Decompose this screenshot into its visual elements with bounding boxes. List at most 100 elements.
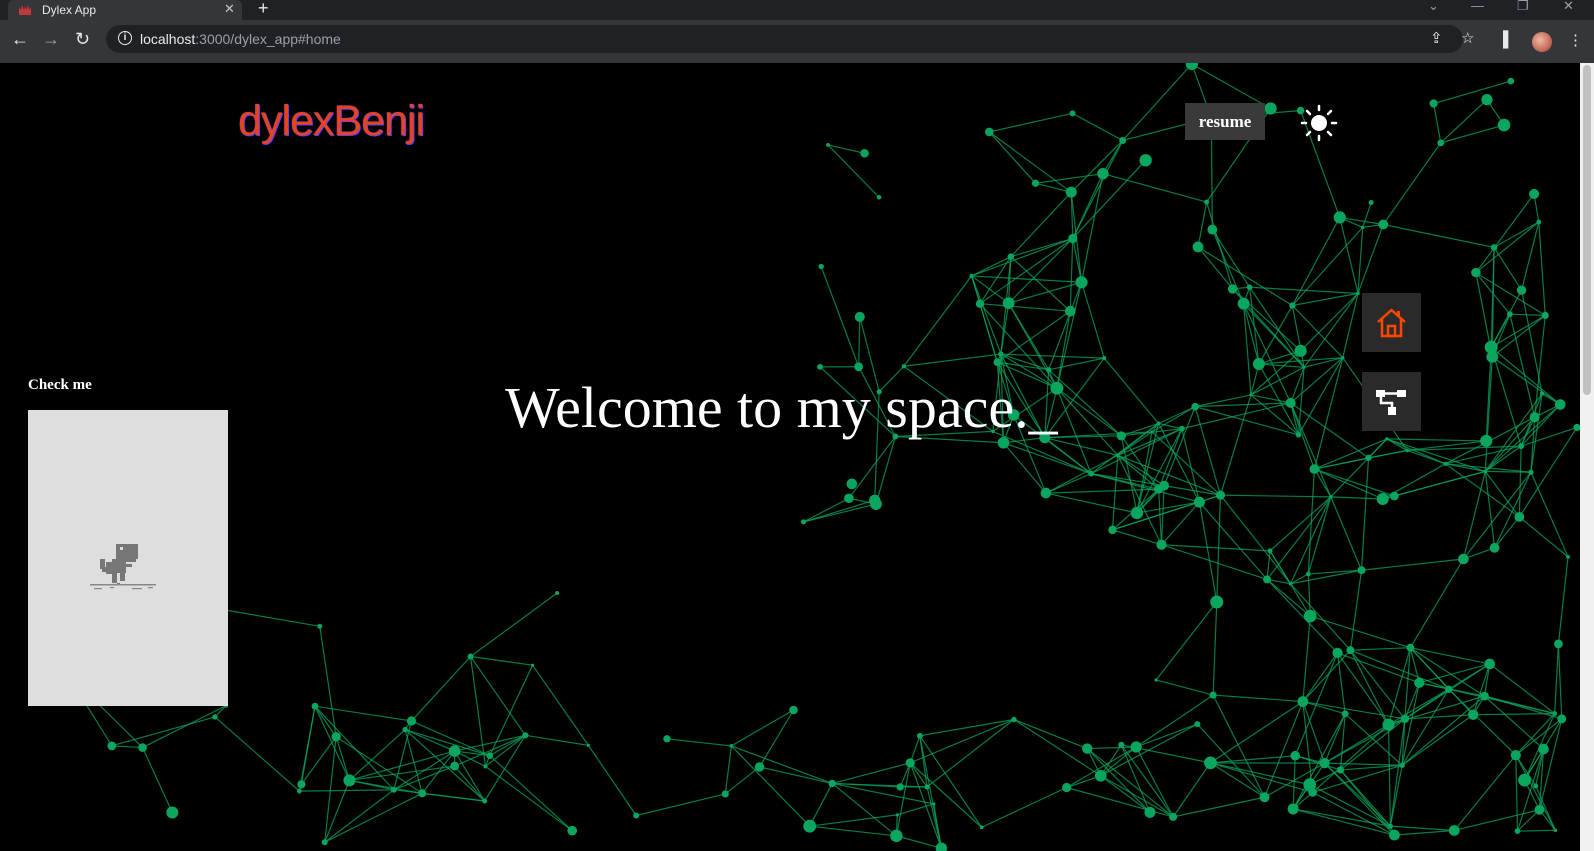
- forward-icon[interactable]: →: [42, 29, 60, 50]
- network-link: [489, 755, 573, 832]
- network-link: [1155, 601, 1218, 681]
- network-node: [1068, 233, 1078, 244]
- network-node: [1252, 357, 1265, 370]
- network-link: [1518, 446, 1522, 517]
- network-link: [1350, 647, 1411, 651]
- minimize-icon[interactable]: —: [1471, 0, 1484, 13]
- nav-projects-button[interactable]: [1362, 372, 1421, 431]
- network-node: [860, 148, 869, 158]
- network-node: [1484, 340, 1498, 354]
- network-node: [1490, 244, 1498, 251]
- side-panel-icon[interactable]: ▌: [1503, 31, 1514, 48]
- site-info-icon[interactable]: i: [118, 31, 132, 45]
- sun-icon[interactable]: [1299, 103, 1339, 143]
- network-node: [1518, 443, 1525, 450]
- network-node: [1097, 167, 1109, 180]
- network-node: [1467, 709, 1479, 720]
- network-link: [1314, 468, 1383, 500]
- network-node: [1529, 188, 1540, 199]
- network-link: [324, 792, 423, 843]
- network-node: [1573, 423, 1580, 432]
- address-bar[interactable]: i localhost:3000/dylex_app#home ⇪ ☆: [106, 25, 1474, 53]
- network-link: [909, 718, 1015, 764]
- network-node: [1480, 434, 1493, 448]
- back-icon[interactable]: ←: [11, 29, 29, 50]
- network-node: [1075, 276, 1088, 289]
- network-node: [483, 764, 488, 769]
- network-node: [1360, 225, 1365, 230]
- site-logo[interactable]: dylexBenji: [238, 97, 425, 146]
- network-node: [1303, 609, 1317, 623]
- app-favicon-icon: [19, 5, 31, 15]
- network-node: [998, 351, 1004, 357]
- network-link: [1387, 724, 1392, 827]
- network-link: [858, 316, 861, 367]
- network-link: [1484, 404, 1561, 472]
- network-link: [1122, 63, 1193, 141]
- network-link: [1453, 754, 1517, 831]
- tab-close-icon[interactable]: ✕: [224, 1, 235, 17]
- network-node: [1368, 200, 1374, 206]
- network-node: [1288, 581, 1293, 586]
- network-link: [1086, 748, 1151, 813]
- network-link: [919, 735, 928, 788]
- new-tab-button[interactable]: +: [258, 0, 269, 19]
- network-link: [1266, 496, 1332, 580]
- resume-button[interactable]: resume: [1185, 103, 1265, 140]
- network-link: [1394, 829, 1455, 836]
- network-link: [1056, 311, 1071, 389]
- network-link: [111, 745, 143, 749]
- network-link: [111, 716, 216, 747]
- network-link: [1554, 643, 1560, 714]
- network-link: [988, 131, 1072, 193]
- network-link: [470, 655, 533, 666]
- share-icon[interactable]: ⇪: [1430, 29, 1443, 47]
- browser-tab[interactable]: Dylex App ✕: [8, 0, 242, 20]
- network-link: [1324, 762, 1395, 836]
- network-link: [1485, 470, 1531, 473]
- network-link: [404, 728, 455, 752]
- network-node: [924, 784, 930, 790]
- network-link: [827, 144, 865, 154]
- network-link: [1349, 570, 1363, 651]
- reload-icon[interactable]: ↻: [75, 29, 90, 50]
- home-icon: [1377, 308, 1406, 338]
- network-node: [1305, 571, 1311, 577]
- network-node: [1007, 253, 1015, 260]
- profile-avatar[interactable]: [1532, 32, 1552, 52]
- network-link: [1313, 357, 1344, 470]
- network-link: [1472, 663, 1491, 715]
- network-node: [1237, 297, 1250, 310]
- network-node: [1139, 154, 1152, 167]
- network-link: [1386, 438, 1486, 472]
- tab-search-icon[interactable]: ⌄: [1428, 0, 1439, 14]
- network-node: [522, 732, 529, 739]
- network-link: [1340, 718, 1406, 771]
- network-link: [1072, 140, 1124, 239]
- network-link: [1433, 80, 1511, 105]
- network-link: [1292, 755, 1296, 809]
- restore-icon[interactable]: ❐: [1517, 0, 1529, 14]
- network-link: [809, 783, 833, 827]
- nav-home-button[interactable]: [1362, 293, 1421, 352]
- network-link: [1386, 438, 1487, 442]
- network-node: [633, 812, 640, 819]
- network-link: [919, 718, 1015, 737]
- network-link: [1515, 713, 1556, 756]
- network-node: [1506, 311, 1513, 318]
- network-link: [1493, 247, 1523, 291]
- network-node: [486, 752, 494, 760]
- network-node: [1204, 199, 1210, 205]
- dino-game-widget[interactable]: [28, 410, 228, 706]
- network-link: [1330, 496, 1383, 500]
- browser-menu-icon[interactable]: ⋮: [1568, 31, 1583, 49]
- page-scrollbar[interactable]: [1580, 63, 1594, 851]
- network-node: [1489, 542, 1500, 553]
- scrollbar-thumb[interactable]: [1583, 65, 1591, 395]
- url-text[interactable]: localhost:3000/dylex_app#home: [140, 31, 341, 47]
- network-link: [314, 705, 412, 722]
- network-node: [729, 744, 734, 748]
- network-link: [1072, 159, 1147, 239]
- window-close-icon[interactable]: ✕: [1563, 0, 1574, 14]
- bookmark-star-icon[interactable]: ☆: [1461, 29, 1474, 47]
